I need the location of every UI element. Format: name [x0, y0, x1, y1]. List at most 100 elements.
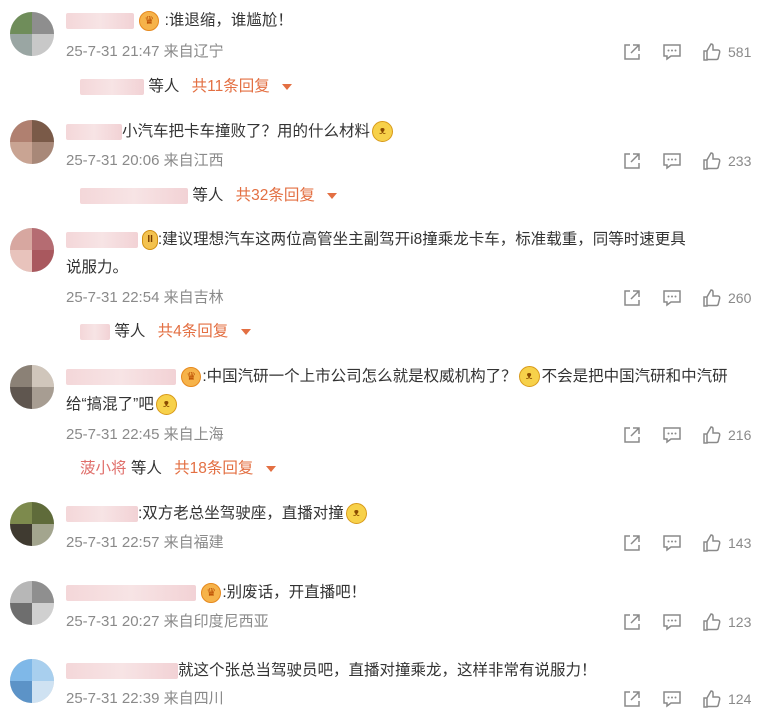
thumbs-up-icon	[703, 690, 721, 708]
comment-icon[interactable]	[662, 288, 682, 308]
username-blurred[interactable]	[66, 584, 196, 601]
chevron-down-icon[interactable]	[265, 465, 276, 472]
comment-text-b: 不会是把中国汽研和中汽研	[541, 368, 728, 385]
reply-username-blurred[interactable]	[80, 78, 144, 95]
like-button[interactable]: 260	[702, 288, 762, 308]
avatar[interactable]	[10, 12, 54, 56]
doge-emoji-icon: ᴥ	[372, 121, 394, 143]
comment-text-a: :中国汽研一个上市公司怎么就是权威机构了？	[202, 368, 517, 385]
like-count: 124	[728, 691, 752, 707]
comment-text-line2: 说服力。	[66, 259, 129, 276]
comment-text-block: 就这个张总当驾驶员吧，直播对撞乘龙，这样非常有说服力！	[66, 657, 762, 685]
comment-location: 来自四川	[163, 690, 224, 707]
comment-text-line1: :建议理想汽车这两位高管坐主副驾开i8撞乘龙卡车，标准载重，同等时速更具	[157, 231, 686, 248]
vip-level-badge: II	[142, 229, 158, 250]
comment-text: :双方老总坐驾驶座，直播对撞	[138, 505, 344, 522]
like-count: 123	[728, 614, 752, 630]
comment-text: :谁退缩，谁尴尬！	[164, 12, 293, 29]
reply-username-blurred[interactable]	[80, 323, 110, 340]
comment-meta: 25-7-31 20:27 来自印度尼西亚	[66, 612, 269, 632]
avatar[interactable]	[10, 502, 54, 546]
replies-who: 等人	[114, 323, 146, 340]
like-count: 233	[728, 153, 752, 169]
comment-location: 来自吉林	[163, 289, 224, 306]
comment-actions: 581	[622, 42, 762, 62]
username-blurred[interactable]	[66, 505, 138, 522]
like-count: 143	[728, 535, 752, 551]
comment-text-block: ♛:中国汽研一个上市公司怎么就是权威机构了？ ᴥ 不会是把中国汽研和中汽研 给“搞混…	[66, 363, 762, 419]
share-icon[interactable]	[622, 689, 642, 709]
share-icon[interactable]	[622, 425, 642, 445]
reply-count-link[interactable]: 共11条回复	[192, 78, 270, 95]
like-button[interactable]: 143	[702, 533, 762, 553]
thumbs-up-icon	[703, 152, 721, 170]
replies-who: 等人	[148, 78, 180, 95]
reply-count-link[interactable]: 共4条回复	[158, 323, 229, 340]
comment-meta: 25-7-31 22:57 来自福建	[66, 533, 224, 553]
like-count: 260	[728, 290, 752, 306]
comment-date: 25-7-31 22:54	[66, 289, 160, 306]
comment-actions: 143	[622, 533, 762, 553]
reply-username-blurred[interactable]	[80, 187, 188, 204]
avatar[interactable]	[10, 581, 54, 625]
comment-text-block: :双方老总坐驾驶座，直播对撞 ᴥ	[66, 500, 762, 528]
username-blurred[interactable]	[66, 662, 178, 679]
chevron-down-icon[interactable]	[327, 192, 338, 199]
username-blurred[interactable]	[66, 231, 138, 248]
like-count: 216	[728, 427, 752, 443]
like-button[interactable]: 216	[702, 425, 762, 445]
avatar[interactable]	[10, 365, 54, 409]
like-button[interactable]: 233	[702, 151, 762, 171]
comment-text-block: ♛:别废话，开直播吧！	[66, 579, 762, 607]
comment-actions: 233	[622, 151, 762, 171]
username-blurred[interactable]	[66, 368, 176, 385]
comment-meta: 25-7-31 22:39 来自四川	[66, 689, 224, 709]
comment-icon[interactable]	[662, 533, 682, 553]
comment-text: :别废话，开直播吧！	[222, 584, 367, 601]
like-button[interactable]: 123	[702, 612, 762, 632]
username-blurred[interactable]	[66, 12, 134, 29]
comment-date: 25-7-31 22:45	[66, 426, 160, 443]
reply-count-link[interactable]: 共32条回复	[236, 187, 315, 204]
share-icon[interactable]	[622, 42, 642, 62]
thumbs-up-icon	[703, 613, 721, 631]
fan-badge-icon: ♛	[181, 366, 202, 387]
doge-emoji-icon: ᴥ	[155, 394, 177, 416]
comment-icon[interactable]	[662, 151, 682, 171]
comment-actions: 216	[622, 425, 762, 445]
thumbs-up-icon	[703, 426, 721, 444]
replies-summary[interactable]: 等人 共32条回复	[80, 185, 338, 207]
comment-location: 来自江西	[163, 152, 224, 169]
chevron-down-icon[interactable]	[240, 328, 251, 335]
comment-date: 25-7-31 22:57	[66, 534, 160, 551]
avatar[interactable]	[10, 120, 54, 164]
username-blurred[interactable]	[66, 123, 122, 140]
like-button[interactable]: 124	[702, 689, 762, 709]
comment-icon[interactable]	[662, 689, 682, 709]
chevron-down-icon[interactable]	[282, 83, 293, 90]
avatar[interactable]	[10, 659, 54, 703]
replies-summary[interactable]: 菠小将 等人 共18条回复	[80, 458, 276, 480]
share-icon[interactable]	[622, 612, 642, 632]
fan-badge-icon: ♛	[139, 10, 160, 31]
comment-meta: 25-7-31 20:06 来自江西	[66, 151, 224, 171]
reply-username[interactable]: 菠小将	[80, 460, 127, 477]
like-count: 581	[728, 44, 752, 60]
replies-summary[interactable]: 等人 共4条回复	[80, 321, 251, 343]
comment-icon[interactable]	[662, 425, 682, 445]
comment-location: 来自辽宁	[163, 43, 224, 60]
fan-badge-icon: ♛	[201, 582, 222, 603]
like-button[interactable]: 581	[702, 42, 762, 62]
comment-date: 25-7-31 21:47	[66, 43, 160, 60]
share-icon[interactable]	[622, 151, 642, 171]
comment-text: 就这个张总当驾驶员吧，直播对撞乘龙，这样非常有说服力！	[178, 662, 597, 679]
comment-icon[interactable]	[662, 42, 682, 62]
comment-text-block: 小汽车把卡车撞败了？用的什么材料 ᴥ	[66, 118, 762, 146]
replies-summary[interactable]: 等人 共11条回复	[80, 76, 293, 98]
comment-location: 来自上海	[163, 426, 224, 443]
reply-count-link[interactable]: 共18条回复	[174, 460, 253, 477]
comment-icon[interactable]	[662, 612, 682, 632]
share-icon[interactable]	[622, 533, 642, 553]
share-icon[interactable]	[622, 288, 642, 308]
avatar[interactable]	[10, 228, 54, 272]
